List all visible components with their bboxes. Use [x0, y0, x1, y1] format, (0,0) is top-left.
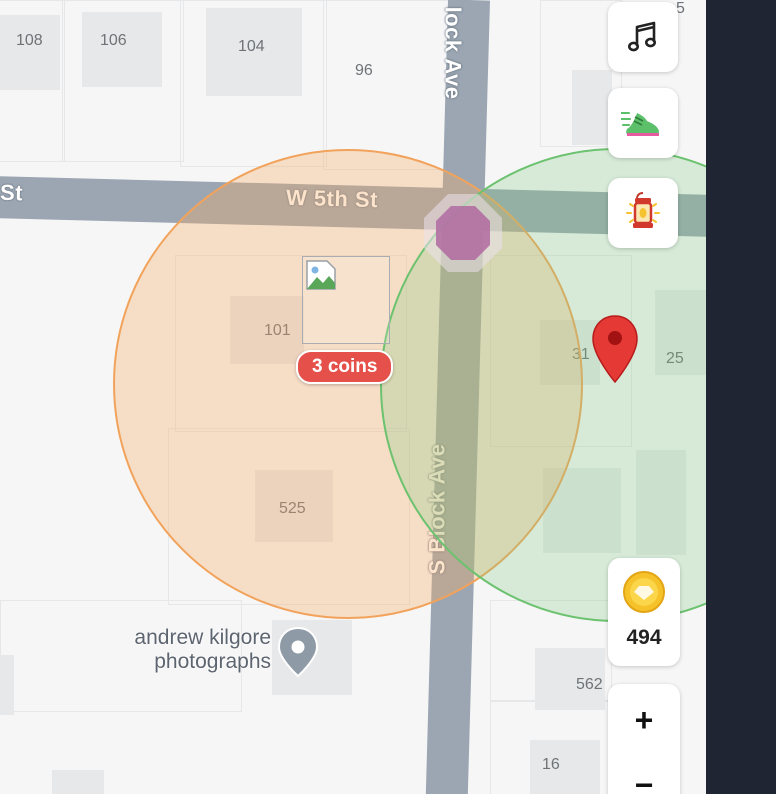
- lot: [323, 0, 450, 170]
- zoom-control: + −: [608, 684, 680, 794]
- building: [0, 15, 60, 90]
- intersection-octagon-icon[interactable]: [420, 190, 506, 276]
- house-number: 96: [355, 62, 373, 79]
- lantern-button[interactable]: [608, 178, 678, 248]
- house-number: 562: [576, 676, 603, 693]
- lantern-icon: [626, 192, 660, 228]
- house-number: 108: [16, 32, 43, 49]
- music-button[interactable]: [608, 2, 678, 72]
- map-pin-icon[interactable]: [276, 626, 320, 678]
- coin-icon: [623, 571, 665, 613]
- street-label-west-fragment: St: [0, 179, 24, 206]
- coin-counter[interactable]: 494: [608, 558, 680, 666]
- running-shoe-icon: [621, 112, 659, 136]
- side-panel: [706, 0, 776, 794]
- building: [572, 70, 612, 145]
- coins-badge[interactable]: 3 coins: [296, 350, 394, 384]
- running-shoe-button[interactable]: [608, 88, 678, 158]
- poi-name-line1: andrew kilgore: [134, 626, 271, 649]
- street-label-block-ave-top: lock Ave: [440, 6, 466, 100]
- building: [0, 655, 14, 715]
- building: [52, 770, 104, 794]
- location-marker-icon[interactable]: [590, 314, 640, 384]
- poi-label[interactable]: andrew kilgore photographs: [96, 626, 271, 674]
- zoom-out-button[interactable]: −: [608, 769, 680, 794]
- poi-name-line2: photographs: [154, 650, 271, 673]
- house-number: 104: [238, 38, 265, 55]
- broken-image-icon: [306, 260, 336, 290]
- music-note-icon: [628, 21, 656, 52]
- zoom-in-button[interactable]: +: [608, 698, 680, 742]
- house-number: 16: [542, 756, 560, 773]
- image-placeholder[interactable]: [302, 256, 390, 344]
- building: [530, 740, 600, 794]
- map-view[interactable]: W 5th St St S Block Ave lock Ave 108 106…: [0, 0, 706, 794]
- house-number: 106: [100, 32, 127, 49]
- coin-count: 494: [626, 626, 662, 649]
